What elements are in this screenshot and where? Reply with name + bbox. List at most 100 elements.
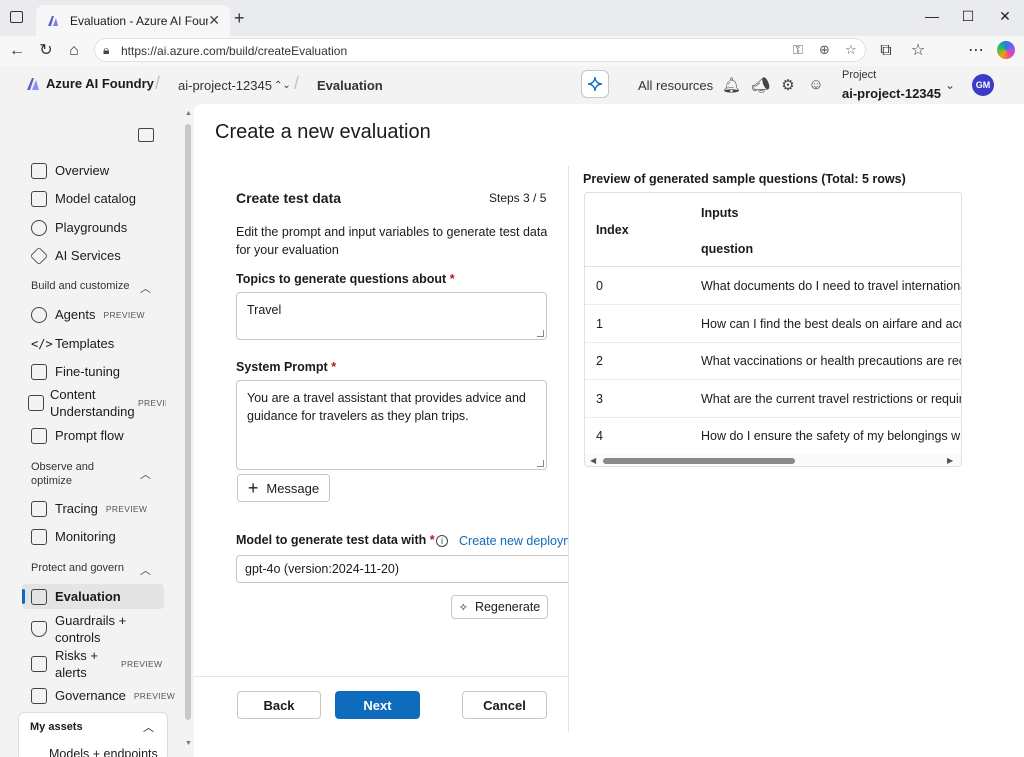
table-horizontal-scrollbar[interactable]: ◀ ▶ xyxy=(585,454,961,466)
bell-icon[interactable]: 🔔︎ xyxy=(722,76,741,94)
code-icon: </> xyxy=(31,336,53,351)
create-deployment-link[interactable]: Create new deployment xyxy=(459,534,568,548)
topics-textarea[interactable]: Travel xyxy=(236,292,547,340)
add-message-button[interactable]: + Message xyxy=(237,474,330,502)
sidebar-item-fine-tuning[interactable]: Fine-tuning xyxy=(31,363,173,380)
scroll-down-icon[interactable]: ▼ xyxy=(185,740,192,747)
back-icon[interactable]: ← xyxy=(7,41,27,61)
table-row: 3 What are the current travel restrictio… xyxy=(585,380,961,418)
browser-tab[interactable]: Evaluation - Azure AI Foundry ✕ xyxy=(36,5,230,36)
column-header-index: Index xyxy=(596,223,629,237)
sidebar-item-ai-services[interactable]: AI Services xyxy=(29,246,173,265)
avatar[interactable]: GM xyxy=(972,74,994,96)
favorite-star-icon[interactable]: ☆ xyxy=(845,42,857,58)
sidebar-item-governance[interactable]: Governance PREVIEW xyxy=(31,687,176,704)
sidebar-item-models-endpoints[interactable]: Models + endpoints xyxy=(49,747,158,757)
chevron-up-icon[interactable]: ︿ xyxy=(140,280,151,296)
resize-handle[interactable] xyxy=(537,460,544,467)
required-asterisk: * xyxy=(429,533,435,547)
more-icon[interactable]: ⋯ xyxy=(966,41,986,61)
document-icon xyxy=(28,395,44,411)
project-name[interactable]: ai-project-12345 xyxy=(842,86,941,101)
sidebar-item-content-understanding[interactable]: Content UnderstandingPREVIEW xyxy=(28,386,168,420)
sidebar-item-agents[interactable]: Agents PREVIEW xyxy=(31,306,173,323)
scroll-up-icon[interactable]: ▲ xyxy=(185,110,192,117)
tab-actions-icon[interactable] xyxy=(10,11,23,23)
resize-handle[interactable] xyxy=(537,330,544,337)
sidebar-scrollbar[interactable] xyxy=(184,108,192,753)
copilot-sparkle-icon xyxy=(587,76,603,92)
table-row: 2 What vaccinations or health precaution… xyxy=(585,342,961,380)
preview-badge: PREVIEW xyxy=(105,503,148,514)
tracing-icon xyxy=(31,500,47,517)
preview-badge: PREVIEW xyxy=(133,690,176,701)
scrollbar-thumb[interactable] xyxy=(603,458,795,464)
scroll-left-icon[interactable]: ◀ xyxy=(590,456,596,465)
breadcrumb-project[interactable]: ai-project-12345 xyxy=(178,78,272,93)
maximize-icon[interactable]: ☐ xyxy=(958,8,978,25)
sidebar-item-prompt-flow[interactable]: Prompt flow xyxy=(31,427,173,444)
preview-badge: PREVIEW xyxy=(138,398,166,408)
sidebar-item-overview[interactable]: Overview xyxy=(31,162,173,179)
active-indicator xyxy=(22,589,25,604)
azure-foundry-logo-icon xyxy=(27,77,39,90)
home-icon xyxy=(31,162,47,179)
model-select[interactable]: gpt-4o (version:2024-11-20) xyxy=(236,555,568,583)
all-resources-link[interactable]: All resources xyxy=(638,78,713,93)
preview-title: Preview of generated sample questions (T… xyxy=(583,172,906,186)
sidebar-item-tracing[interactable]: Tracing PREVIEW xyxy=(31,500,173,517)
cancel-button[interactable]: Cancel xyxy=(462,691,547,719)
close-window-icon[interactable]: ✕ xyxy=(995,8,1015,25)
column-header-inputs: Inputs xyxy=(701,206,739,220)
refresh-icon[interactable]: ↻ xyxy=(36,41,56,61)
zoom-icon[interactable]: ⊕ xyxy=(819,42,830,58)
copilot-button[interactable] xyxy=(581,70,609,98)
column-header-question: question xyxy=(701,242,754,256)
sidebar-item-model-catalog[interactable]: Model catalog xyxy=(31,190,173,207)
footer-divider xyxy=(194,676,568,677)
table-row: 0 What documents do I need to travel int… xyxy=(585,267,961,305)
scroll-right-icon[interactable]: ▶ xyxy=(947,456,953,465)
row-index: 0 xyxy=(596,279,603,293)
alert-icon xyxy=(31,656,47,672)
preview-badge: PREVIEW xyxy=(121,659,163,669)
chevron-up-icon[interactable]: ︿ xyxy=(140,466,151,482)
back-button[interactable]: Back xyxy=(237,691,321,719)
regenerate-button[interactable]: ✧ Regenerate xyxy=(451,595,548,619)
gear-icon[interactable]: ⚙ xyxy=(779,76,797,94)
megaphone-icon[interactable]: 📣︎ xyxy=(751,76,770,94)
smiley-icon[interactable]: ☺ xyxy=(807,76,825,93)
new-tab-icon[interactable]: + xyxy=(234,8,245,29)
info-icon[interactable]: i xyxy=(436,535,448,547)
brand-link[interactable]: Azure AI Foundry xyxy=(26,76,154,91)
home-icon[interactable]: ⌂ xyxy=(64,41,84,61)
favorites-icon[interactable]: ☆ xyxy=(908,41,928,61)
breadcrumb-separator: / xyxy=(294,73,300,93)
system-prompt-textarea[interactable]: You are a travel assistant that provides… xyxy=(236,380,547,470)
chevron-down-icon[interactable]: ⌄ xyxy=(941,78,959,92)
chevron-up-icon[interactable]: ︿ xyxy=(140,562,151,578)
system-prompt-value: You are a travel assistant that provides… xyxy=(247,391,526,423)
collapse-sidebar-icon[interactable] xyxy=(138,128,154,142)
preview-badge: PREVIEW xyxy=(103,309,145,320)
sidebar-item-risks[interactable]: Risks + alerts PREVIEW xyxy=(31,647,173,681)
sidebar-item-guardrails[interactable]: Guardrails + controls xyxy=(31,612,173,646)
monitor-icon xyxy=(31,528,47,545)
sidebar-item-monitoring[interactable]: Monitoring xyxy=(31,528,173,545)
minimize-icon[interactable]: — xyxy=(922,8,942,24)
close-tab-icon[interactable]: ✕ xyxy=(208,12,220,29)
sidebar-item-templates[interactable]: </> Templates xyxy=(31,335,173,352)
address-bar[interactable]: 🔒︎ https://ai.azure.com/build/createEval… xyxy=(94,38,866,62)
scrollbar-thumb[interactable] xyxy=(185,124,191,720)
extensions-icon[interactable]: ⧉ xyxy=(876,41,896,61)
copilot-icon[interactable] xyxy=(997,41,1015,59)
shield-icon xyxy=(31,621,47,637)
next-button[interactable]: Next xyxy=(335,691,420,719)
preview-table: Index Inputs question 0 What documents d… xyxy=(584,192,962,467)
chevron-updown-icon[interactable]: ⌃⌄ xyxy=(274,80,291,91)
sidebar-item-evaluation[interactable]: Evaluation xyxy=(31,588,173,605)
chevron-up-icon[interactable]: ︿ xyxy=(143,719,154,735)
sidebar-item-playgrounds[interactable]: Playgrounds xyxy=(31,219,173,236)
card-title: Create test data xyxy=(236,190,342,206)
key-icon[interactable]: ⚿ xyxy=(793,42,803,58)
